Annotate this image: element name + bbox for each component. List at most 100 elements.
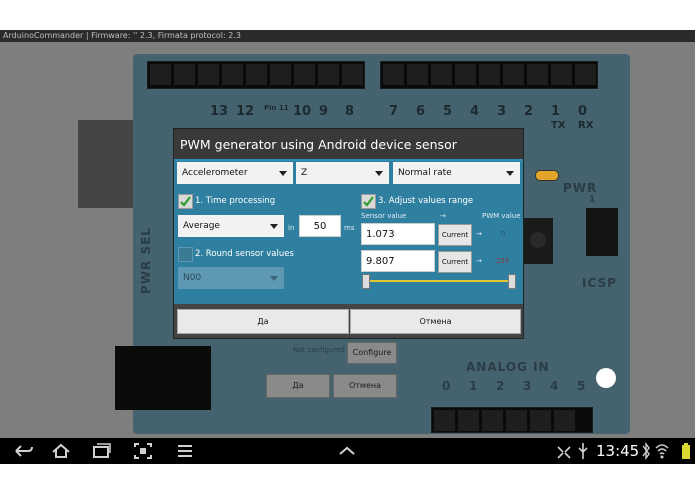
pwm-value-header: PWM value xyxy=(482,212,521,220)
digital-header-left xyxy=(147,61,365,89)
analog-pin-label: 5 xyxy=(577,379,587,393)
pin-label: 2 xyxy=(524,104,534,119)
adjust-range-checkbox[interactable] xyxy=(361,194,376,209)
in-label: in xyxy=(288,224,295,232)
pwr-sel-label: PWR SEL xyxy=(139,227,153,294)
pin-label: 3 xyxy=(497,104,507,119)
arrow-icon: → xyxy=(476,257,482,265)
pin-label: 9 xyxy=(319,104,329,119)
home-icon[interactable] xyxy=(50,438,72,464)
axis-select[interactable]: Z xyxy=(296,162,389,184)
pin-label: 8 xyxy=(345,104,355,119)
arrow-icon: → xyxy=(476,230,482,238)
tx-label: TX xyxy=(551,120,566,131)
wifi-icon xyxy=(655,444,669,459)
round-values-checkbox[interactable] xyxy=(178,247,193,262)
pin-label: 12 xyxy=(236,104,255,119)
slider-track xyxy=(368,280,512,282)
mounting-hole xyxy=(596,368,616,388)
arrow-icon: → xyxy=(440,212,446,220)
navigation-bar: 13:45 xyxy=(0,438,695,464)
round-values-label: 2. Round sensor values xyxy=(195,249,294,259)
pin-label: 1 xyxy=(551,104,561,119)
pin-label: 7 xyxy=(389,104,399,119)
range-slider[interactable] xyxy=(362,274,516,289)
chevron-down-icon xyxy=(279,171,287,176)
usb-icon xyxy=(578,443,588,459)
max-pwm-value: 255 xyxy=(496,257,510,265)
analog-pin-label: 3 xyxy=(523,379,533,393)
window-title-bar: ArduinoCommander | Firmware: '' 2.3, Fir… xyxy=(0,30,695,42)
board-cancel-button[interactable]: Отмена xyxy=(333,374,397,398)
recent-apps-icon[interactable] xyxy=(90,438,112,464)
dialog-title: PWM generator using Android device senso… xyxy=(180,137,457,152)
back-icon[interactable] xyxy=(12,438,34,464)
icsp-number-label: 1 xyxy=(589,195,597,205)
pin-label: 5 xyxy=(443,104,453,119)
power-jack xyxy=(115,346,211,410)
analog-pin-label: 2 xyxy=(496,379,506,393)
slider-max-handle[interactable] xyxy=(508,274,516,289)
rate-select-value: Normal rate xyxy=(398,168,452,178)
configure-button[interactable]: Configure xyxy=(347,342,397,364)
pin-label: 13 xyxy=(210,104,229,119)
sensor-select-value: Accelerometer xyxy=(182,168,248,178)
chevron-down-icon xyxy=(270,276,278,281)
pin-11-label: Pin 11 xyxy=(264,104,289,112)
dialog-body: Accelerometer Z Normal rate 1. Time proc… xyxy=(174,161,523,304)
checkmark-icon xyxy=(363,196,374,207)
digital-header-right xyxy=(380,61,598,89)
analog-pin-label: 0 xyxy=(442,379,452,393)
interval-input[interactable]: 50 xyxy=(299,215,341,237)
fullscreen-icon xyxy=(557,446,571,459)
method-select[interactable]: Average xyxy=(178,215,284,237)
pin-label: 10 xyxy=(293,104,312,119)
max-sensor-input[interactable]: 9.807 xyxy=(361,250,435,272)
chevron-down-icon xyxy=(506,171,514,176)
axis-select-value: Z xyxy=(301,168,308,178)
method-select-value: Average xyxy=(183,221,220,231)
menu-icon[interactable] xyxy=(174,438,196,464)
bottom-margin xyxy=(0,464,695,494)
slider-min-handle[interactable] xyxy=(362,274,370,289)
icsp-header xyxy=(586,208,618,256)
window-title: ArduinoCommander | Firmware: '' 2.3, Fir… xyxy=(3,31,241,40)
pwr-label: PWR xyxy=(563,181,598,195)
round-select-value: N00 xyxy=(183,273,202,283)
analog-pin-label: 1 xyxy=(469,379,479,393)
sensor-value-header: Sensor value xyxy=(361,212,407,220)
analog-in-label: ANALOG IN xyxy=(466,360,550,374)
pwm-generator-dialog: PWM generator using Android device senso… xyxy=(173,128,524,339)
round-select[interactable]: N00 xyxy=(178,267,284,289)
clock: 13:45 xyxy=(596,442,640,460)
ms-label: ms xyxy=(344,224,355,232)
pin-label: 0 xyxy=(578,104,588,119)
current-min-button[interactable]: Current xyxy=(438,224,472,246)
adjust-range-label: 3. Adjust values range xyxy=(378,196,474,206)
power-led xyxy=(535,170,559,181)
rate-select[interactable]: Normal rate xyxy=(393,162,520,184)
bluetooth-icon xyxy=(642,441,650,461)
ok-button[interactable]: Да xyxy=(177,309,349,334)
icsp-label: ICSP xyxy=(582,276,617,290)
analog-pin-label: 4 xyxy=(550,379,560,393)
sensor-select[interactable]: Accelerometer xyxy=(177,162,293,184)
chevron-down-icon xyxy=(375,171,383,176)
not-configured-label: Not configured xyxy=(293,346,345,354)
screenshot-icon[interactable] xyxy=(132,438,154,464)
cancel-button[interactable]: Отмена xyxy=(350,309,521,334)
dialog-footer: Да Отмена xyxy=(174,304,523,338)
checkmark-icon xyxy=(180,196,191,207)
pin-label: 4 xyxy=(470,104,480,119)
chevron-up-icon[interactable] xyxy=(336,438,358,464)
reset-button[interactable] xyxy=(523,218,553,264)
chevron-down-icon xyxy=(270,224,278,229)
time-processing-label: 1. Time processing xyxy=(195,196,276,206)
rx-label: RX xyxy=(578,120,594,131)
min-sensor-input[interactable]: 1.073 xyxy=(361,223,435,245)
time-processing-checkbox[interactable] xyxy=(178,194,193,209)
analog-header xyxy=(431,407,593,433)
current-max-button[interactable]: Current xyxy=(438,251,472,273)
board-ok-button[interactable]: Да xyxy=(266,374,330,398)
min-pwm-value: 0 xyxy=(501,230,506,238)
